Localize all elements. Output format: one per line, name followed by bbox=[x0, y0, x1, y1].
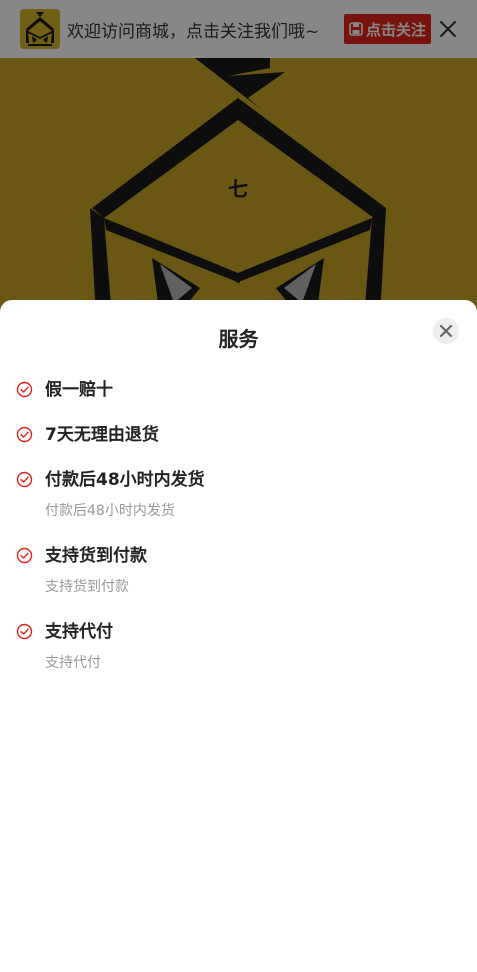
list-item: 支持代付 支持代付 bbox=[0, 620, 477, 696]
list-item: 付款后48小时内发货 付款后48小时内发货 bbox=[0, 468, 477, 544]
sheet-title: 服务 bbox=[218, 327, 259, 351]
service-desc: 支持货到付款 bbox=[45, 579, 129, 595]
list-item: 假一赔十 bbox=[0, 378, 477, 423]
list-item: 7天无理由退货 bbox=[0, 423, 477, 468]
check-circle-icon bbox=[16, 623, 33, 640]
service-name: 支持代付 bbox=[45, 622, 113, 642]
check-circle-icon bbox=[16, 471, 33, 488]
service-list: 假一赔十 7天无理由退货 付款后48小时内发货 付款后48小时内发货 支持货到付… bbox=[0, 378, 477, 696]
sheet-close-button[interactable] bbox=[433, 318, 459, 344]
check-circle-icon bbox=[16, 547, 33, 564]
service-sheet: 服务 假一赔十 7天无理由退货 付款后48小时内发货 付款后48小时内发货 支持… bbox=[0, 300, 477, 972]
check-circle-icon bbox=[16, 381, 33, 398]
close-icon bbox=[439, 324, 453, 338]
service-desc: 支持代付 bbox=[45, 655, 101, 671]
service-name: 支持货到付款 bbox=[45, 546, 147, 566]
check-circle-icon bbox=[16, 426, 33, 443]
service-name: 付款后48小时内发货 bbox=[45, 470, 205, 490]
service-desc: 付款后48小时内发货 bbox=[45, 503, 175, 519]
page: 七 欢迎访问商城，点击关注我们哦~ 点击关注 服务 假一赔十 7天无理由退货 付… bbox=[0, 0, 477, 972]
service-name: 假一赔十 bbox=[45, 380, 113, 400]
service-name: 7天无理由退货 bbox=[45, 425, 159, 445]
list-item: 支持货到付款 支持货到付款 bbox=[0, 544, 477, 620]
